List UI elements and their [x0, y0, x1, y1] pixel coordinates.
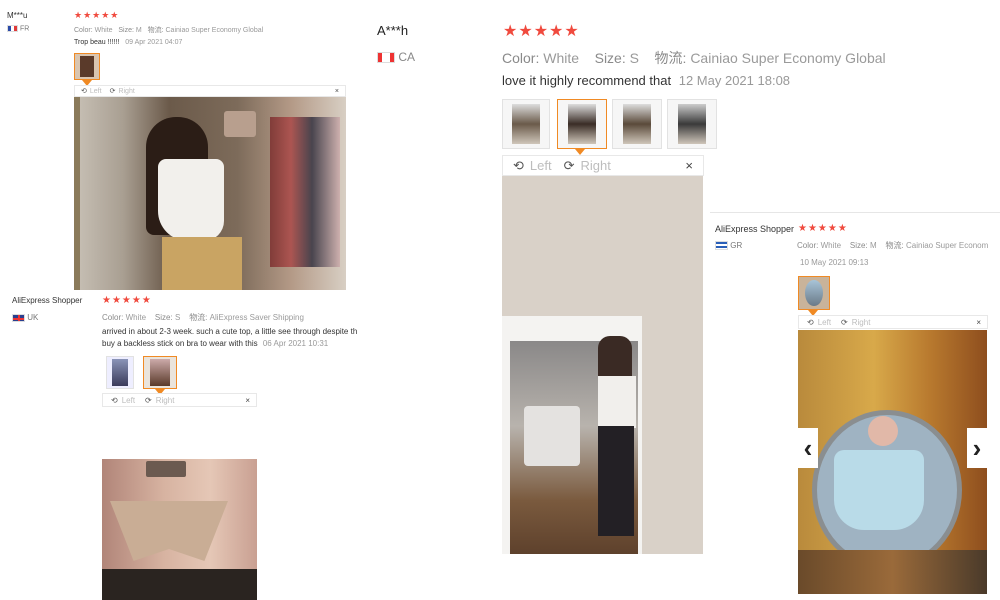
review-photo-thumbnail[interactable] — [667, 99, 717, 149]
review-photo-thumbnail[interactable] — [557, 99, 607, 149]
rating-stars: ★★★★★ — [102, 295, 152, 306]
close-icon[interactable]: × — [245, 396, 250, 405]
rotate-right-icon[interactable]: ⟳ — [841, 318, 848, 327]
rotate-left-icon[interactable]: ⟲ — [81, 87, 87, 95]
rotate-left-button[interactable]: Left — [530, 158, 552, 173]
country-row: GR — [715, 241, 743, 251]
reviewer-name: AliExpress Shopper — [715, 224, 795, 234]
flag-gr-icon — [715, 241, 728, 251]
chevron-right-icon: › — [972, 432, 982, 463]
close-icon[interactable]: × — [976, 318, 981, 327]
review-photo-thumbnail[interactable] — [612, 99, 662, 149]
review-comment: arrived in about 2-3 week. such a cute t… — [102, 327, 358, 336]
reviewer-name: AliExpress Shopper — [12, 296, 83, 305]
country-row: UK — [12, 313, 38, 322]
chevron-left-icon: ‹ — [803, 432, 813, 463]
image-viewer-toolbar: ⟲ Left ⟳ Right × — [798, 315, 988, 329]
rotate-right-button[interactable]: Right — [156, 396, 175, 405]
rotate-left-icon[interactable]: ⟲ — [111, 396, 118, 405]
rotate-right-icon[interactable]: ⟳ — [564, 158, 575, 174]
review-photo-thumbnail[interactable] — [502, 99, 550, 149]
close-icon[interactable]: × — [685, 158, 693, 173]
rotate-left-icon[interactable]: ⟲ — [807, 318, 814, 327]
review-meta: Color: White Size: M 物流: Cainiao Super E… — [797, 241, 989, 250]
review-photo — [798, 330, 987, 594]
rotate-left-button[interactable]: Left — [90, 88, 102, 95]
review-meta: Color: White Size: M 物流: Cainiao Super E… — [74, 27, 264, 34]
country-code: FR — [19, 25, 30, 33]
review-photo — [502, 176, 703, 554]
review-photo-thumbnail[interactable] — [106, 356, 134, 389]
rotate-right-button[interactable]: Right — [852, 318, 871, 327]
rotate-left-button[interactable]: Left — [122, 396, 135, 405]
image-viewer-toolbar: ⟲ Left ⟳ Right × — [74, 85, 346, 97]
review-photo — [74, 97, 346, 290]
reviewer-name: M***u — [7, 11, 28, 20]
review-meta: Color: White Size: S 物流: AliExpress Save… — [102, 313, 304, 322]
review-comment: Trop beau !!!!!! 09 Apr 2021 04:07 — [74, 39, 183, 46]
review-photo-thumbnail[interactable] — [798, 276, 830, 310]
flag-ca-icon — [377, 52, 395, 64]
reviewer-name: A***h — [377, 23, 409, 38]
review-date: 10 May 2021 09:13 — [800, 258, 869, 267]
flag-uk-icon — [12, 313, 25, 322]
rotate-right-icon[interactable]: ⟳ — [110, 87, 116, 95]
review-photo-thumbnail[interactable] — [143, 356, 177, 389]
review-date: 06 Apr 2021 10:31 — [262, 339, 329, 348]
flag-fr-icon — [7, 25, 18, 32]
review-comment-line2: buy a backless stick on bra to wear with… — [102, 339, 329, 348]
rotate-left-button[interactable]: Left — [818, 318, 831, 327]
review-comment: love it highly recommend that 12 May 202… — [502, 73, 791, 88]
image-viewer-toolbar: ⟲ Left ⟳ Right × — [102, 393, 257, 407]
country-code: GR — [730, 241, 743, 250]
review-date: 09 Apr 2021 04:07 — [125, 39, 183, 46]
review-meta: Color: White Size: S 物流: Cainiao Super E… — [502, 50, 886, 66]
next-image-button[interactable]: › — [967, 428, 987, 468]
rotate-left-icon[interactable]: ⟲ — [513, 158, 524, 174]
image-viewer-toolbar: ⟲ Left ⟳ Right × — [502, 155, 704, 176]
rating-stars: ★★★★★ — [798, 223, 848, 234]
rotate-right-button[interactable]: Right — [118, 88, 134, 95]
close-icon[interactable]: × — [335, 88, 339, 95]
rating-stars: ★★★★★ — [74, 10, 120, 20]
right-review-panel: AliExpress Shopper GR ★★★★★ Color: White… — [710, 212, 1000, 600]
rating-stars: ★★★★★ — [503, 23, 580, 40]
country-row: FR — [7, 25, 29, 32]
rotate-right-icon[interactable]: ⟳ — [145, 396, 152, 405]
review-photo-thumbnail[interactable] — [74, 53, 100, 80]
review-photo — [102, 459, 257, 600]
country-code: CA — [398, 50, 416, 64]
previous-image-button[interactable]: ‹ — [798, 428, 818, 468]
country-row: CA — [377, 50, 415, 64]
review-date: 12 May 2021 18:08 — [678, 73, 791, 88]
country-code: UK — [27, 313, 39, 322]
rotate-right-button[interactable]: Right — [581, 158, 611, 173]
left-review-panel: M***u FR ★★★★★ Color: White Size: M 物流: … — [0, 0, 420, 600]
